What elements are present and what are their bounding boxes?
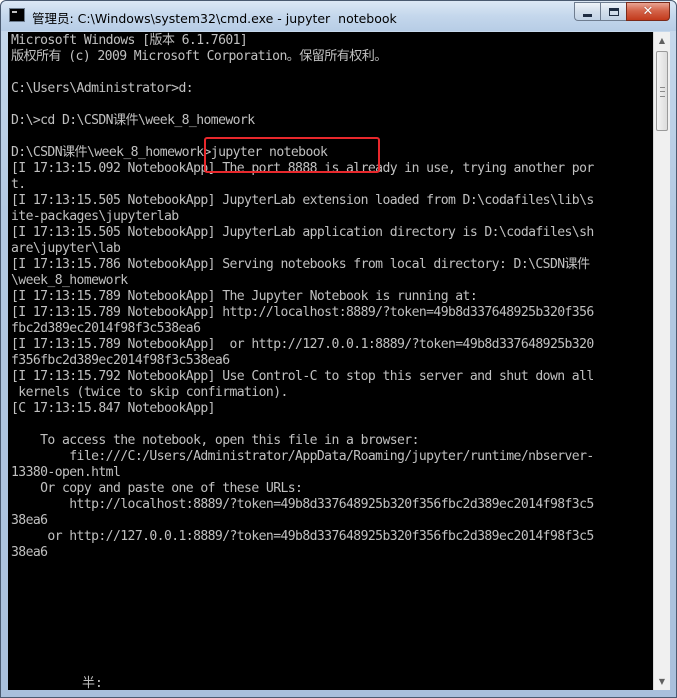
- vertical-scrollbar[interactable]: ▲ ▼: [653, 32, 670, 690]
- console-line: or http://127.0.0.1:8889/?token=49b8d337…: [11, 529, 594, 544]
- minimize-button[interactable]: [574, 2, 600, 21]
- maximize-icon: [608, 7, 619, 16]
- grip-icon: [660, 87, 665, 97]
- caption-buttons: ✕: [574, 2, 670, 21]
- maximize-button[interactable]: [600, 2, 626, 21]
- console-line: are\jupyter\lab: [11, 241, 121, 256]
- window-frame-bottom: [1, 688, 676, 697]
- console-line: [I 17:13:15.792 NotebookApp] Use Control…: [11, 369, 594, 384]
- console-line: To access the notebook, open this file i…: [11, 433, 419, 448]
- close-button[interactable]: ✕: [626, 2, 670, 21]
- minimize-icon: [583, 13, 592, 17]
- scroll-up-button[interactable]: ▲: [654, 32, 670, 49]
- console-line: http://localhost:8889/?token=49b8d337648…: [11, 497, 594, 512]
- console-line: file:///C:/Users/Administrator/AppData/R…: [11, 449, 594, 464]
- console-line: [I 17:13:15.789 NotebookApp] or http://1…: [11, 337, 594, 352]
- console-line: [I 17:13:15.786 NotebookApp] Serving not…: [11, 257, 590, 272]
- console-text: Microsoft Windows [版本 6.1.7601] 版权所有 (c) …: [11, 33, 594, 561]
- console-line: 13380-open.html: [11, 465, 121, 480]
- scrollbar-thumb[interactable]: [656, 51, 668, 131]
- console-line: \week_8_homework: [11, 273, 128, 288]
- console-line: Microsoft Windows [版本 6.1.7601]: [11, 33, 248, 48]
- command-highlight-box: [204, 137, 380, 173]
- console-line: [I 17:13:15.789 NotebookApp] The Jupyter…: [11, 289, 478, 304]
- console-output-area[interactable]: Microsoft Windows [版本 6.1.7601] 版权所有 (c) …: [8, 32, 653, 690]
- console-line: Or copy and paste one of these URLs:: [11, 481, 303, 496]
- console-line: ite-packages\jupyterlab: [11, 209, 179, 224]
- console-line: 38ea6: [11, 545, 48, 560]
- chevron-down-icon: ▼: [658, 677, 666, 686]
- cmd-window: 管理员: C:\Windows\system32\cmd.exe - jupyt…: [0, 0, 677, 698]
- console-line: [C 17:13:15.847 NotebookApp]: [11, 401, 216, 416]
- console-line: [I 17:13:15.505 NotebookApp] JupyterLab …: [11, 225, 594, 240]
- console-line: kernels (twice to skip confirmation).: [11, 385, 288, 400]
- window-title: 管理员: C:\Windows\system32\cmd.exe - jupyt…: [32, 11, 397, 26]
- console-line: C:\Users\Administrator>d:: [11, 81, 194, 96]
- console-line: f356fbc2d389ec2014f98f3c538ea6: [11, 353, 230, 368]
- close-icon: ✕: [642, 4, 654, 19]
- title-bar[interactable]: 管理员: C:\Windows\system32\cmd.exe - jupyt…: [1, 1, 676, 31]
- console-line: 38ea6: [11, 513, 48, 528]
- console-line: [I 17:13:15.505 NotebookApp] JupyterLab …: [11, 193, 594, 208]
- console-line: 版权所有 (c) 2009 Microsoft Corporation。保留所有…: [11, 49, 387, 64]
- chevron-up-icon: ▲: [658, 36, 666, 45]
- cmd-app-icon[interactable]: [9, 8, 25, 22]
- console-line: [I 17:13:15.789 NotebookApp] http://loca…: [11, 305, 594, 320]
- console-line: fbc2d389ec2014f98f3c538ea6: [11, 321, 201, 336]
- console-line: t.: [11, 177, 26, 192]
- console-line: D:\>cd D:\CSDN课件\week_8_homework: [11, 113, 255, 128]
